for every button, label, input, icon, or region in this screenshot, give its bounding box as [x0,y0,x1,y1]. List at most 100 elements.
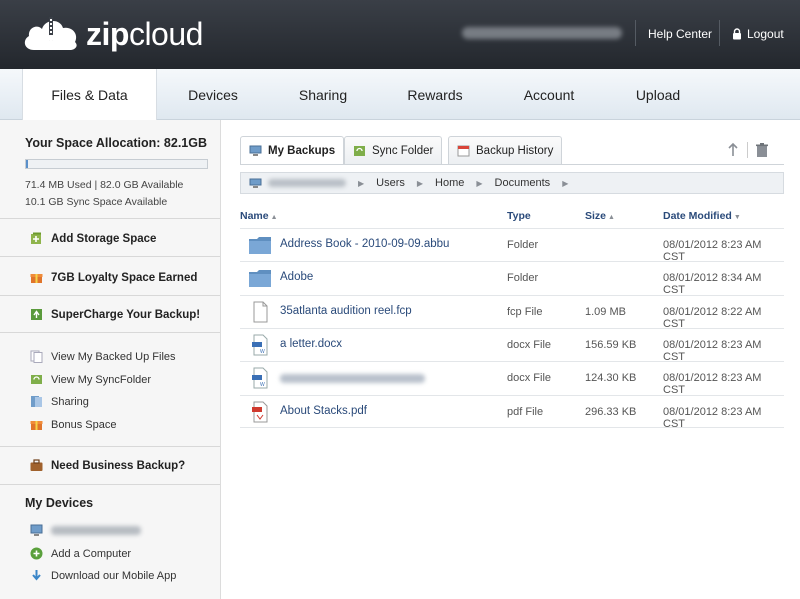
file-name[interactable]: About Stacks.pdf [280,405,367,417]
supercharge-icon [31,309,42,320]
tab-my-backups[interactable]: My Backups [240,136,345,165]
up-arrow-icon[interactable] [725,142,741,158]
supercharge-link[interactable]: SuperCharge Your Backup! [30,308,200,321]
file-name[interactable]: 35atlanta audition reel.fcp [280,305,412,317]
storage-plus-icon [31,232,41,244]
logo-text: zipcloud [86,15,203,52]
link-label: View My SyncFolder [51,373,152,386]
breadcrumb: ▶ Users ▶ Home ▶ Documents ▶ [240,172,784,194]
sync-icon [31,375,42,384]
account-email-redacted [462,27,622,39]
device-name-redacted [268,179,346,187]
breadcrumb-home[interactable]: Home [435,177,464,189]
svg-text:W: W [260,382,265,388]
file-date: 08/01/2012 8:23 AM CST [663,372,762,397]
help-center-link[interactable]: Help Center [648,27,712,41]
sidebar-divider [0,256,220,257]
sort-arrow-icon: ▼ [733,214,741,221]
column-header-date[interactable]: Date Modified ▼ [663,210,741,222]
add-storage-link[interactable]: Add Storage Space [30,232,156,245]
file-size: 1.09 MB [585,305,626,318]
space-usage-fill [26,160,28,168]
table-row[interactable]: Adobe Folder 08/01/2012 8:34 AM CST [240,261,784,297]
tab-devices[interactable]: Devices [168,69,258,120]
sidebar-divider [0,332,220,333]
sharing-link[interactable]: Sharing [30,395,89,408]
file-name[interactable]: Address Book - 2010-09-09.abbu [280,238,449,250]
tab-label: Sync Folder [372,144,434,157]
logout-link[interactable]: Logout [732,27,784,41]
download-icon [32,570,41,581]
bonus-space-link[interactable]: Bonus Space [30,418,116,431]
view-backed-up-files-link[interactable]: View My Backed Up Files [30,350,176,363]
gift-icon [30,274,43,283]
table-row[interactable]: 35atlanta audition reel.fcp fcp File 1.09 … [240,294,784,330]
tab-sharing[interactable]: Sharing [278,69,368,120]
gift-icon [30,421,43,430]
sidebar-divider [0,218,220,219]
table-row[interactable]: Wa letter.docx docx File 156.59 KB 08/01/20… [240,327,784,363]
zipcloud-logo[interactable]: zipcloud [22,14,203,54]
file-type: fcp File [507,305,543,318]
file-name-redacted[interactable] [280,371,425,384]
breadcrumb-users[interactable]: Users [376,177,405,189]
breadcrumb-documents[interactable]: Documents [495,177,551,189]
tab-backup-history[interactable]: Backup History [448,136,563,164]
file-size: 156.59 KB [585,338,637,351]
add-storage-label: Add Storage Space [51,232,157,245]
add-computer-link[interactable]: Add a Computer [30,547,131,560]
logout-label: Logout [747,27,784,41]
sidebar-divider [0,295,220,296]
tab-rewards[interactable]: Rewards [390,69,480,120]
main-nav: Files & Data Devices Sharing Rewards Acc… [0,69,800,121]
file-name[interactable]: a letter.docx [280,338,342,350]
file-type: docx File [507,338,552,351]
space-allocation-title: Your Space Allocation: 82.1GB [25,136,207,150]
chevron-right-icon: ▶ [416,178,424,188]
tab-account[interactable]: Account [504,69,594,120]
files-icon [30,350,43,363]
computer-icon [249,145,262,156]
link-label: Sharing [51,395,89,408]
sort-arrow-icon: ▲ [270,214,278,221]
tab-underline [240,164,784,165]
tab-sync-folder[interactable]: Sync Folder [344,136,443,164]
computer-icon [249,178,262,188]
header-divider [635,20,636,46]
briefcase-icon [30,459,43,471]
loyalty-space-link[interactable]: 7GB Loyalty Space Earned [30,271,197,284]
breadcrumb-device[interactable] [249,178,346,189]
view-syncfolder-link[interactable]: View My SyncFolder [30,373,151,386]
download-mobile-app-link[interactable]: Download our Mobile App [30,569,176,582]
device-name-redacted [51,526,141,535]
file-name[interactable]: Adobe [280,271,313,283]
table-row[interactable]: About Stacks.pdf pdf File 296.33 KB 08/01/2… [240,394,784,430]
main-panel: My Backups Sync Folder Backup History ▶ … [222,120,800,599]
share-icon [31,396,42,407]
file-date: 08/01/2012 8:23 AM CST [663,405,762,430]
business-backup-link[interactable]: Need Business Backup? [30,459,185,472]
device-item-redacted[interactable] [30,524,141,537]
space-used-text: 71.4 MB Used | 82.0 GB Available [25,179,184,191]
tab-files-data[interactable]: Files & Data [22,69,157,121]
column-header-name[interactable]: Name ▲ [240,210,278,222]
column-header-size[interactable]: Size ▲ [585,210,615,222]
file-date: 08/01/2012 8:34 AM CST [663,272,762,297]
cloud-logo-icon [24,17,77,50]
file-size: 296.33 KB [585,405,637,418]
app-header: zipcloud Help Center Logout [0,0,800,69]
table-bottom-border [240,427,784,428]
link-label: Bonus Space [51,418,117,431]
sync-space-text: 10.1 GB Sync Space Available [25,196,168,208]
file-type: Folder [507,239,539,251]
tab-label: Backup History [476,144,554,157]
column-header-type[interactable]: Type [507,210,531,222]
table-row[interactable]: Address Book - 2010-09-09.abbu Folder 08/0… [240,228,784,263]
trash-icon[interactable] [754,142,770,158]
space-usage-bar [25,159,208,169]
sidebar-divider [0,446,220,447]
lock-icon [733,28,741,40]
table-row[interactable]: Wdocx File 124.30 KB 08/01/2012 8:23 AM CS… [240,361,784,397]
tab-upload[interactable]: Upload [613,69,703,120]
file-type: docx File [507,372,552,385]
